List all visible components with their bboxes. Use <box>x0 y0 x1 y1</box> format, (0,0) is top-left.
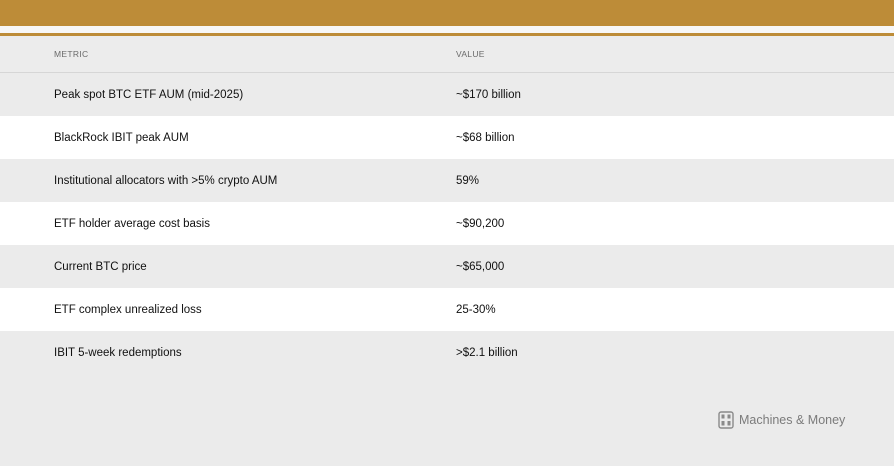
table-row: BlackRock IBIT peak AUM ~$68 billion <box>0 116 894 159</box>
table-row: IBIT 5-week redemptions >$2.1 billion <box>0 331 894 374</box>
table-header-row: METRIC VALUE <box>0 36 894 73</box>
metric-cell: Institutional allocators with >5% crypto… <box>54 174 278 187</box>
metric-cell: Peak spot BTC ETF AUM (mid-2025) <box>54 88 244 101</box>
value-cell: 25-30% <box>456 303 496 316</box>
metric-cell: ETF holder average cost basis <box>54 217 210 230</box>
metric-cell: ETF complex unrealized loss <box>54 303 202 316</box>
table-row: Current BTC price ~$65,000 <box>0 245 894 288</box>
metric-column-header: METRIC <box>54 49 89 59</box>
value-cell: ~$170 billion <box>456 88 521 101</box>
value-cell: ~$90,200 <box>456 217 505 230</box>
top-divider-gap <box>0 26 894 33</box>
table-row: Institutional allocators with >5% crypto… <box>0 159 894 202</box>
metrics-table: METRIC VALUE Peak spot BTC ETF AUM (mid-… <box>0 36 894 374</box>
metric-cell: IBIT 5-week redemptions <box>54 346 182 359</box>
value-cell: >$2.1 billion <box>456 346 518 359</box>
brand-name: Machines & Money <box>739 413 846 427</box>
value-cell: ~$68 billion <box>456 131 515 144</box>
metric-cell: BlackRock IBIT peak AUM <box>54 131 189 144</box>
value-cell: 59% <box>456 174 480 187</box>
table-row: Peak spot BTC ETF AUM (mid-2025) ~$170 b… <box>0 73 894 116</box>
brand-watermark: Machines & Money <box>718 410 845 430</box>
top-accent-band <box>0 0 894 26</box>
value-column-header: VALUE <box>456 49 485 59</box>
machines-money-logo-icon <box>718 411 734 429</box>
value-cell: ~$65,000 <box>456 260 505 273</box>
metric-cell: Current BTC price <box>54 260 147 273</box>
table-row: ETF complex unrealized loss 25-30% <box>0 288 894 331</box>
table-row: ETF holder average cost basis ~$90,200 <box>0 202 894 245</box>
